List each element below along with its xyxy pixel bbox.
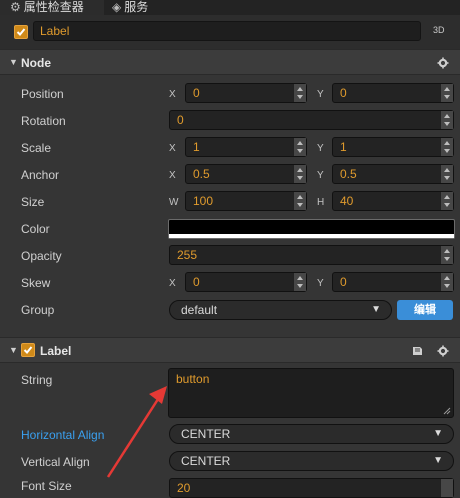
horizontal-align-label: Horizontal Align <box>21 428 105 442</box>
node-section-header[interactable]: ▼ Node <box>0 49 460 75</box>
size-width-stepper[interactable] <box>293 192 306 210</box>
rotation-value: 0 <box>177 113 184 127</box>
collapse-triangle-icon[interactable]: ▼ <box>9 345 18 355</box>
opacity-stepper[interactable] <box>440 246 453 264</box>
horizontal-align-value: CENTER <box>181 427 231 441</box>
label-component-header[interactable]: ▼ Label <box>0 337 460 363</box>
position-x-axis-label: X <box>169 89 176 100</box>
anchor-x-axis-label: X <box>169 170 176 181</box>
scale-y-axis-label: Y <box>317 143 324 154</box>
help-book-icon[interactable] <box>412 346 423 356</box>
node-active-checkbox[interactable] <box>14 25 28 39</box>
cloud-service-icon: ◈ <box>112 0 122 14</box>
color-swatch[interactable] <box>168 219 455 239</box>
position-x-value: 0 <box>193 86 200 100</box>
group-select-value: default <box>181 303 218 317</box>
string-textarea[interactable]: button <box>168 368 454 418</box>
string-value: button <box>176 372 210 386</box>
anchor-x-input[interactable]: 0.5 <box>185 164 307 184</box>
size-height-stepper[interactable] <box>440 192 453 210</box>
rotation-stepper[interactable] <box>440 111 453 129</box>
size-height-input[interactable]: 40 <box>332 191 454 211</box>
font-size-value: 20 <box>177 481 191 495</box>
anchor-x-stepper[interactable] <box>293 165 306 183</box>
vertical-align-select[interactable]: CENTER ▼ <box>169 451 454 471</box>
string-label: String <box>21 373 53 387</box>
opacity-input[interactable]: 255 <box>169 245 454 265</box>
opacity-value: 255 <box>177 248 198 262</box>
anchor-label: Anchor <box>21 168 60 182</box>
font-size-label: Font Size <box>21 479 72 493</box>
scale-label: Scale <box>21 141 52 155</box>
anchor-x-value: 0.5 <box>193 167 210 181</box>
color-label: Color <box>21 222 50 236</box>
tab-inspector-label: 属性检查器 <box>23 0 84 14</box>
scale-x-input[interactable]: 1 <box>185 137 307 157</box>
tab-services[interactable]: ◈ 服务 <box>112 0 148 15</box>
scale-y-value: 1 <box>340 140 347 154</box>
scale-x-axis-label: X <box>169 143 176 154</box>
dropdown-caret-icon: ▼ <box>433 428 443 439</box>
group-select[interactable]: default ▼ <box>169 300 392 320</box>
anchor-y-stepper[interactable] <box>440 165 453 183</box>
anchor-y-input[interactable]: 0.5 <box>332 164 454 184</box>
skew-y-stepper[interactable] <box>440 273 453 291</box>
resize-grip-icon[interactable] <box>443 407 451 415</box>
gear-icon: ⚙ <box>10 0 21 14</box>
gear-icon[interactable] <box>437 345 449 357</box>
collapse-triangle-icon[interactable]: ▼ <box>9 57 18 67</box>
position-label: Position <box>21 87 64 101</box>
panel-tab-bar: ⚙ 属性检查器 ◈ 服务 <box>0 0 460 15</box>
gear-icon[interactable] <box>437 57 449 69</box>
position-y-axis-label: Y <box>317 89 324 100</box>
rotation-label: Rotation <box>21 114 66 128</box>
node-header: Label 3D <box>0 15 460 49</box>
skew-y-value: 0 <box>340 275 347 289</box>
node-section-title: Node <box>21 56 51 70</box>
anchor-y-axis-label: Y <box>317 170 324 181</box>
scale-y-stepper[interactable] <box>440 138 453 156</box>
group-label: Group <box>21 303 55 317</box>
dropdown-caret-icon: ▼ <box>433 455 443 466</box>
size-w-axis-label: W <box>169 197 179 208</box>
anchor-y-value: 0.5 <box>340 167 357 181</box>
scale-x-stepper[interactable] <box>293 138 306 156</box>
size-h-axis-label: H <box>317 197 325 208</box>
label-component-title: Label <box>40 344 72 358</box>
opacity-label: Opacity <box>21 249 62 263</box>
size-label: Size <box>21 195 45 209</box>
size-height-value: 40 <box>340 194 354 208</box>
vertical-align-label: Vertical Align <box>21 455 90 469</box>
color-alpha-bar <box>169 234 454 238</box>
position-y-value: 0 <box>340 86 347 100</box>
vertical-align-value: CENTER <box>181 454 231 468</box>
group-edit-button[interactable]: 编辑 <box>397 300 453 320</box>
position-y-input[interactable]: 0 <box>332 83 454 103</box>
font-size-stepper[interactable] <box>440 479 453 497</box>
toggle-3d-button[interactable]: 3D <box>433 25 445 35</box>
size-width-value: 100 <box>193 194 214 208</box>
font-size-input[interactable]: 20 <box>169 478 454 498</box>
skew-x-value: 0 <box>193 275 200 289</box>
scale-y-input[interactable]: 1 <box>332 137 454 157</box>
tab-inspector[interactable]: ⚙ 属性检查器 <box>0 0 104 15</box>
size-width-input[interactable]: 100 <box>185 191 307 211</box>
skew-x-input[interactable]: 0 <box>185 272 307 292</box>
skew-x-axis-label: X <box>169 278 176 289</box>
skew-label: Skew <box>21 276 51 290</box>
position-y-stepper[interactable] <box>440 84 453 102</box>
position-x-stepper[interactable] <box>293 84 306 102</box>
horizontal-align-select[interactable]: CENTER ▼ <box>169 424 454 444</box>
position-x-input[interactable]: 0 <box>185 83 307 103</box>
dropdown-caret-icon: ▼ <box>371 304 381 315</box>
skew-y-input[interactable]: 0 <box>332 272 454 292</box>
skew-x-stepper[interactable] <box>293 273 306 291</box>
node-name-input[interactable]: Label <box>33 21 421 41</box>
label-enabled-checkbox[interactable] <box>21 343 35 357</box>
tab-services-label: 服务 <box>124 0 149 14</box>
rotation-input[interactable]: 0 <box>169 110 454 130</box>
scale-x-value: 1 <box>193 140 200 154</box>
skew-y-axis-label: Y <box>317 278 324 289</box>
